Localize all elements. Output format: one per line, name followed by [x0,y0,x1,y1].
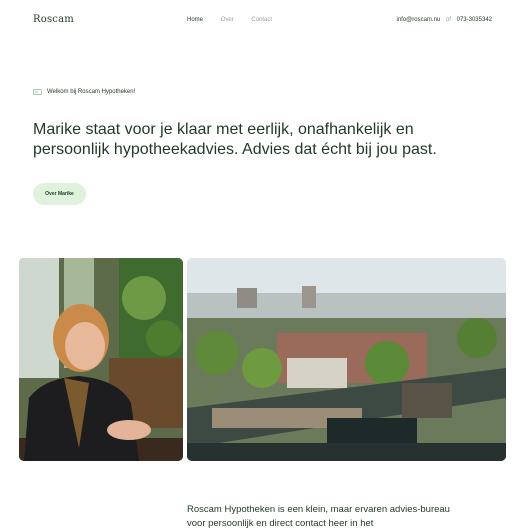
nav-links: Home Over Contact [187,17,288,23]
hero-headline: Marike staat voor je klaar met eerlijk, … [33,121,437,158]
nav-link-contact[interactable]: Contact [251,17,272,23]
phone-link[interactable]: 073-3035342 [457,17,492,23]
welcome-text: Welkom bij Roscam Hypotheken! [47,89,136,95]
email-link[interactable]: info@roscam.nu [396,17,440,23]
top-navigation: Roscam Home Over Contact info@roscam.nu … [0,0,525,40]
city-aerial-image [187,258,506,461]
welcome-note: Welkom bij Roscam Hypotheken! [33,89,135,95]
advisor-portrait-image [19,258,183,461]
nav-link-home[interactable]: Home [187,17,203,23]
intro-paragraph: Roscam Hypotheken is een klein, maar erv… [187,504,450,529]
contact-info: info@roscam.nu of 073-3035342 [396,17,492,23]
contact-separator: of [445,17,451,23]
house-icon [33,89,42,95]
nav-link-over[interactable]: Over [221,17,234,23]
roscam-logo[interactable]: Roscam [33,14,74,25]
over-marike-button[interactable]: Over Marike [33,183,86,205]
